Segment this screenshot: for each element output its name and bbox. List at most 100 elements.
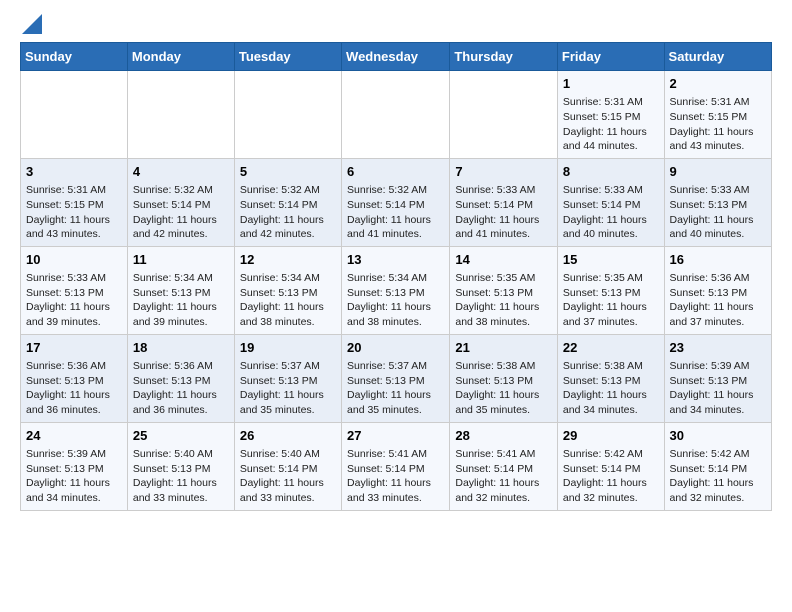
calendar-week-4: 17Sunrise: 5:36 AM Sunset: 5:13 PM Dayli…	[21, 334, 772, 422]
calendar-header: SundayMondayTuesdayWednesdayThursdayFrid…	[21, 43, 772, 71]
calendar-cell: 28 Sunrise: 5:41 AM Sunset: 5:14 PM Dayli…	[450, 422, 558, 510]
day-number: 22	[563, 339, 659, 357]
day-info: Sunrise: 5:42 AM Sunset: 5:14 PM Dayligh…	[563, 447, 659, 506]
day-number: 6	[347, 163, 444, 181]
day-number: 13	[347, 251, 444, 269]
calendar-cell: 3Sunrise: 5:31 AM Sunset: 5:15 PM Daylig…	[21, 158, 128, 246]
weekday-header-wednesday: Wednesday	[342, 43, 450, 71]
day-info: Sunrise: 5:32 AM Sunset: 5:14 PM Dayligh…	[347, 183, 444, 242]
calendar-cell: 4 Sunrise: 5:32 AM Sunset: 5:14 PM Daylig…	[127, 158, 234, 246]
page-header	[20, 16, 772, 34]
calendar-cell: 15 Sunrise: 5:35 AM Sunset: 5:13 PM Dayli…	[557, 246, 664, 334]
day-number: 10	[26, 251, 122, 269]
day-number: 8	[563, 163, 659, 181]
calendar-cell: 25 Sunrise: 5:40 AM Sunset: 5:13 PM Dayli…	[127, 422, 234, 510]
day-number: 5	[240, 163, 336, 181]
weekday-header-friday: Friday	[557, 43, 664, 71]
calendar-cell	[21, 71, 128, 159]
day-number: 29	[563, 427, 659, 445]
day-info: Sunrise: 5:36 AM Sunset: 5:13 PM Dayligh…	[133, 359, 229, 418]
weekday-header-saturday: Saturday	[664, 43, 771, 71]
day-info: Sunrise: 5:36 AM Sunset: 5:13 PM Dayligh…	[670, 271, 766, 330]
calendar-cell: 5 Sunrise: 5:32 AM Sunset: 5:14 PM Daylig…	[234, 158, 341, 246]
day-number: 27	[347, 427, 444, 445]
logo	[20, 20, 42, 34]
day-info: Sunrise: 5:39 AM Sunset: 5:13 PM Dayligh…	[26, 447, 122, 506]
day-number: 25	[133, 427, 229, 445]
calendar-week-3: 10 Sunrise: 5:33 AM Sunset: 5:13 PM Dayli…	[21, 246, 772, 334]
calendar-cell: 30Sunrise: 5:42 AM Sunset: 5:14 PM Dayli…	[664, 422, 771, 510]
day-number: 1	[563, 75, 659, 93]
day-info: Sunrise: 5:41 AM Sunset: 5:14 PM Dayligh…	[455, 447, 552, 506]
day-number: 4	[133, 163, 229, 181]
day-info: Sunrise: 5:37 AM Sunset: 5:13 PM Dayligh…	[240, 359, 336, 418]
day-number: 26	[240, 427, 336, 445]
day-number: 11	[133, 251, 229, 269]
weekday-header-sunday: Sunday	[21, 43, 128, 71]
day-info: Sunrise: 5:41 AM Sunset: 5:14 PM Dayligh…	[347, 447, 444, 506]
day-number: 23	[670, 339, 766, 357]
day-number: 2	[670, 75, 766, 93]
day-info: Sunrise: 5:31 AM Sunset: 5:15 PM Dayligh…	[670, 95, 766, 154]
calendar-cell: 7 Sunrise: 5:33 AM Sunset: 5:14 PM Daylig…	[450, 158, 558, 246]
day-info: Sunrise: 5:39 AM Sunset: 5:13 PM Dayligh…	[670, 359, 766, 418]
logo-icon	[22, 14, 42, 34]
calendar-cell: 11 Sunrise: 5:34 AM Sunset: 5:13 PM Dayli…	[127, 246, 234, 334]
day-info: Sunrise: 5:32 AM Sunset: 5:14 PM Dayligh…	[133, 183, 229, 242]
day-info: Sunrise: 5:36 AM Sunset: 5:13 PM Dayligh…	[26, 359, 122, 418]
day-number: 9	[670, 163, 766, 181]
calendar-cell	[342, 71, 450, 159]
calendar-cell: 21 Sunrise: 5:38 AM Sunset: 5:13 PM Dayli…	[450, 334, 558, 422]
calendar-cell: 2 Sunrise: 5:31 AM Sunset: 5:15 PM Daylig…	[664, 71, 771, 159]
calendar-week-2: 3Sunrise: 5:31 AM Sunset: 5:15 PM Daylig…	[21, 158, 772, 246]
day-number: 16	[670, 251, 766, 269]
day-number: 14	[455, 251, 552, 269]
day-info: Sunrise: 5:32 AM Sunset: 5:14 PM Dayligh…	[240, 183, 336, 242]
calendar-cell: 22 Sunrise: 5:38 AM Sunset: 5:13 PM Dayli…	[557, 334, 664, 422]
day-number: 28	[455, 427, 552, 445]
day-number: 20	[347, 339, 444, 357]
day-info: Sunrise: 5:34 AM Sunset: 5:13 PM Dayligh…	[133, 271, 229, 330]
calendar-cell	[234, 71, 341, 159]
calendar-cell: 27 Sunrise: 5:41 AM Sunset: 5:14 PM Dayli…	[342, 422, 450, 510]
day-info: Sunrise: 5:33 AM Sunset: 5:14 PM Dayligh…	[455, 183, 552, 242]
calendar-cell	[450, 71, 558, 159]
calendar-table: SundayMondayTuesdayWednesdayThursdayFrid…	[20, 42, 772, 511]
calendar-cell: 23 Sunrise: 5:39 AM Sunset: 5:13 PM Dayli…	[664, 334, 771, 422]
calendar-cell: 18 Sunrise: 5:36 AM Sunset: 5:13 PM Dayli…	[127, 334, 234, 422]
day-number: 30	[670, 427, 766, 445]
calendar-cell: 17Sunrise: 5:36 AM Sunset: 5:13 PM Dayli…	[21, 334, 128, 422]
day-number: 18	[133, 339, 229, 357]
calendar-cell: 24 Sunrise: 5:39 AM Sunset: 5:13 PM Dayli…	[21, 422, 128, 510]
day-info: Sunrise: 5:34 AM Sunset: 5:13 PM Dayligh…	[347, 271, 444, 330]
day-info: Sunrise: 5:33 AM Sunset: 5:13 PM Dayligh…	[670, 183, 766, 242]
calendar-cell: 8 Sunrise: 5:33 AM Sunset: 5:14 PM Daylig…	[557, 158, 664, 246]
day-info: Sunrise: 5:40 AM Sunset: 5:13 PM Dayligh…	[133, 447, 229, 506]
weekday-header-row: SundayMondayTuesdayWednesdayThursdayFrid…	[21, 43, 772, 71]
day-info: Sunrise: 5:31 AM Sunset: 5:15 PM Dayligh…	[563, 95, 659, 154]
day-info: Sunrise: 5:35 AM Sunset: 5:13 PM Dayligh…	[563, 271, 659, 330]
calendar-cell: 6 Sunrise: 5:32 AM Sunset: 5:14 PM Daylig…	[342, 158, 450, 246]
calendar-cell: 9 Sunrise: 5:33 AM Sunset: 5:13 PM Daylig…	[664, 158, 771, 246]
day-info: Sunrise: 5:38 AM Sunset: 5:13 PM Dayligh…	[563, 359, 659, 418]
day-info: Sunrise: 5:35 AM Sunset: 5:13 PM Dayligh…	[455, 271, 552, 330]
weekday-header-thursday: Thursday	[450, 43, 558, 71]
calendar-cell: 12Sunrise: 5:34 AM Sunset: 5:13 PM Dayli…	[234, 246, 341, 334]
day-number: 24	[26, 427, 122, 445]
day-info: Sunrise: 5:37 AM Sunset: 5:13 PM Dayligh…	[347, 359, 444, 418]
weekday-header-tuesday: Tuesday	[234, 43, 341, 71]
calendar-cell: 20 Sunrise: 5:37 AM Sunset: 5:13 PM Dayli…	[342, 334, 450, 422]
day-info: Sunrise: 5:33 AM Sunset: 5:14 PM Dayligh…	[563, 183, 659, 242]
calendar-body: 1 Sunrise: 5:31 AM Sunset: 5:15 PM Daylig…	[21, 71, 772, 511]
day-number: 7	[455, 163, 552, 181]
day-number: 19	[240, 339, 336, 357]
weekday-header-monday: Monday	[127, 43, 234, 71]
calendar-cell: 16 Sunrise: 5:36 AM Sunset: 5:13 PM Dayli…	[664, 246, 771, 334]
calendar-cell	[127, 71, 234, 159]
day-number: 21	[455, 339, 552, 357]
day-number: 15	[563, 251, 659, 269]
calendar-week-5: 24 Sunrise: 5:39 AM Sunset: 5:13 PM Dayli…	[21, 422, 772, 510]
day-info: Sunrise: 5:33 AM Sunset: 5:13 PM Dayligh…	[26, 271, 122, 330]
day-info: Sunrise: 5:38 AM Sunset: 5:13 PM Dayligh…	[455, 359, 552, 418]
calendar-week-1: 1 Sunrise: 5:31 AM Sunset: 5:15 PM Daylig…	[21, 71, 772, 159]
